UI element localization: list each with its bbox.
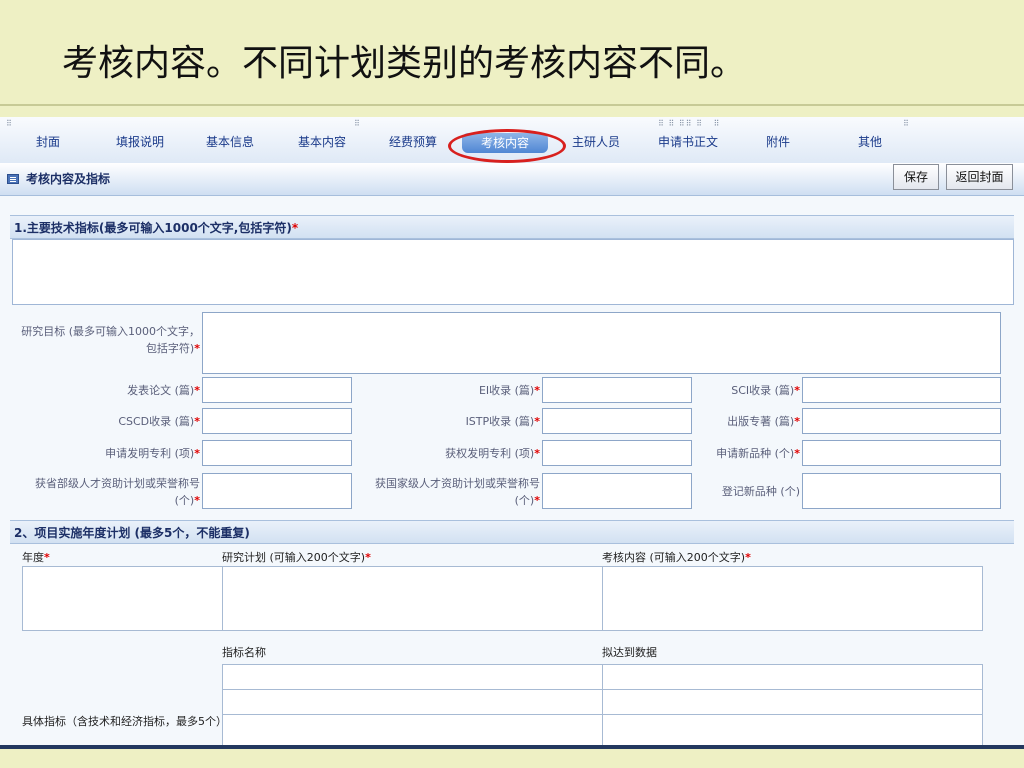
year-cell[interactable] xyxy=(22,566,223,631)
cscd-label: CSCD收录 (篇)* xyxy=(118,415,200,428)
tab-bar: ⠿ ⠿ ⠿ ⠿ ⠿⠿ ⠿ ⠿ ⠿ 封面 填报说明 基本信息 基本内容 经费预算 … xyxy=(0,117,1024,164)
section-bar-title: 1.主要技术指标(最多可输入1000个文字,包括字符) xyxy=(14,221,292,235)
provincial-talent-input[interactable] xyxy=(202,473,352,509)
books-input[interactable] xyxy=(802,408,1001,434)
papers-input[interactable] xyxy=(202,377,352,403)
goal-label: 研究目标 (最多可输入1000个文字，包括字符)* xyxy=(21,325,200,355)
sci-input[interactable] xyxy=(802,377,1001,403)
grip-handle: ⠿ xyxy=(903,119,910,128)
sci-label: SCI收录 (篇)* xyxy=(731,384,800,397)
back-to-cover-button[interactable]: 返回封面 xyxy=(946,164,1013,190)
slide-title: 考核内容。不同计划类别的考核内容不同。 xyxy=(62,43,747,84)
ei-input[interactable] xyxy=(542,377,692,403)
cscd-input[interactable] xyxy=(202,408,352,434)
section-title: 考核内容及指标 xyxy=(26,172,111,186)
variety-apply-input[interactable] xyxy=(802,440,1001,466)
section-bar-technical: 1.主要技术指标(最多可输入1000个文字,包括字符)* xyxy=(10,215,1014,239)
indicator-name-cell[interactable] xyxy=(222,664,603,690)
national-talent-input[interactable] xyxy=(542,473,692,509)
save-button[interactable]: 保存 xyxy=(893,164,939,190)
tab-other[interactable]: 其他 xyxy=(844,131,896,153)
app-window: ⠿ ⠿ ⠿ ⠿ ⠿⠿ ⠿ ⠿ ⠿ 封面 填报说明 基本信息 基本内容 经费预算 … xyxy=(0,117,1024,747)
col-research-plan: 研究计划 (可输入200个文字)* xyxy=(222,551,371,564)
indicator-name-cell[interactable] xyxy=(222,689,603,715)
tab-basic-info[interactable]: 基本信息 xyxy=(198,131,262,153)
tab-application-text[interactable]: 申请书正文 xyxy=(650,131,726,153)
patent-apply-input[interactable] xyxy=(202,440,352,466)
istp-input[interactable] xyxy=(542,408,692,434)
variety-register-label: 登记新品种 (个) xyxy=(721,485,800,498)
target-data-cell[interactable] xyxy=(602,714,983,747)
grip-handle: ⠿ xyxy=(6,119,13,128)
research-plan-cell[interactable] xyxy=(222,566,603,631)
research-goal-textarea[interactable] xyxy=(202,312,1001,374)
col-assessment: 考核内容 (可输入200个文字)* xyxy=(602,551,751,564)
target-data-cell[interactable] xyxy=(602,664,983,690)
annual-plan-grid: 指标名称 拟达到数据 具体指标（含技术和经济指标，最多5个） xyxy=(14,566,1014,747)
technical-indicators-textarea[interactable] xyxy=(12,239,1014,305)
grip-handle: ⠿ ⠿ ⠿⠿ ⠿ ⠿ xyxy=(658,119,721,128)
patent-apply-label: 申请发明专利 (项)* xyxy=(105,447,200,460)
col-indicator-name: 指标名称 xyxy=(222,646,266,659)
provincial-talent-label: 获省部级人才资助计划或荣誉称号 (个)* xyxy=(35,477,200,507)
tab-researchers[interactable]: 主研人员 xyxy=(564,131,628,153)
patent-grant-label: 获权发明专利 (项)* xyxy=(445,447,540,460)
indicator-name-cell[interactable] xyxy=(222,714,603,747)
section-header: 考核内容及指标 xyxy=(0,163,1024,196)
form-icon xyxy=(7,174,19,184)
books-label: 出版专著 (篇)* xyxy=(727,415,800,428)
assessment-form: 1.主要技术指标(最多可输入1000个文字,包括字符)* 研究目标 (最多可输入… xyxy=(10,215,1014,747)
ei-label: EI收录 (篇)* xyxy=(478,384,540,397)
istp-label: ISTP收录 (篇)* xyxy=(465,415,540,428)
col-target-data: 拟达到数据 xyxy=(602,646,657,659)
tab-basic-content[interactable]: 基本内容 xyxy=(290,131,354,153)
section-bar-annual-plan: 2、项目实施年度计划 (最多5个，不能重复) xyxy=(10,520,1014,544)
specific-indicators-label: 具体指标（含技术和经济指标，最多5个） xyxy=(22,715,227,728)
required-mark: * xyxy=(291,221,299,235)
patent-grant-input[interactable] xyxy=(542,440,692,466)
papers-label: 发表论文 (篇)* xyxy=(127,384,200,397)
title-divider xyxy=(0,104,1024,106)
tab-cover[interactable]: 封面 xyxy=(20,131,76,153)
tab-attachments[interactable]: 附件 xyxy=(752,131,804,153)
tab-instructions[interactable]: 填报说明 xyxy=(108,131,172,153)
target-data-cell[interactable] xyxy=(602,689,983,715)
grip-handle: ⠿ xyxy=(354,119,361,128)
variety-register-input[interactable] xyxy=(802,473,1001,509)
variety-apply-label: 申请新品种 (个)* xyxy=(716,447,800,460)
col-year: 年度* xyxy=(22,551,50,564)
national-talent-label: 获国家级人才资助计划或荣誉称号 (个)* xyxy=(375,477,540,507)
tab-budget[interactable]: 经费预算 xyxy=(381,131,445,153)
bottom-border xyxy=(0,745,1024,749)
tab-assessment[interactable]: 考核内容 xyxy=(462,133,548,153)
assessment-cell[interactable] xyxy=(602,566,983,631)
